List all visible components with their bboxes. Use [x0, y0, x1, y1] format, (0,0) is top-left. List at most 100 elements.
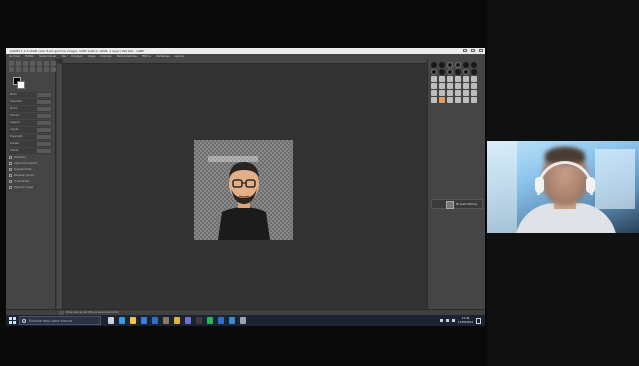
option-value[interactable] — [37, 93, 51, 97]
obs-icon[interactable] — [196, 317, 202, 324]
brush-texture-icon[interactable] — [447, 90, 453, 96]
crop-tool-icon[interactable] — [44, 61, 49, 66]
clone-tool-icon[interactable] — [37, 67, 42, 72]
brush-texture-icon[interactable] — [463, 97, 469, 103]
brush-soft-icon[interactable] — [463, 69, 469, 75]
teams-icon[interactable] — [185, 317, 191, 324]
warp-tool-icon[interactable] — [9, 67, 14, 72]
brush-hard-icon[interactable] — [431, 62, 437, 68]
brush-texture-icon[interactable] — [471, 76, 477, 82]
explorer-icon[interactable] — [130, 317, 136, 324]
brush-hard-icon[interactable] — [471, 69, 477, 75]
fuzzy-select-icon[interactable] — [37, 61, 42, 66]
option-value[interactable] — [37, 128, 51, 132]
brush-hard-icon[interactable] — [463, 62, 469, 68]
store-icon[interactable] — [141, 317, 147, 324]
brush-hard-icon[interactable] — [439, 62, 445, 68]
smudge-tool-icon[interactable] — [44, 67, 49, 72]
rect-select-icon[interactable] — [23, 61, 28, 66]
option-value[interactable] — [37, 107, 51, 111]
brush-hard-icon[interactable] — [455, 69, 461, 75]
battery-icon[interactable] — [452, 319, 456, 322]
chrome-icon[interactable] — [174, 317, 180, 324]
minimize-icon[interactable] — [463, 49, 467, 52]
word-icon[interactable] — [218, 317, 224, 324]
text-tool-icon[interactable] — [51, 67, 56, 72]
taskbar-search-input[interactable]: Escribe aquí para buscar — [19, 316, 101, 325]
checkbox-icon[interactable] — [9, 174, 12, 177]
notification-icon[interactable] — [476, 317, 481, 324]
brush-texture-icon[interactable] — [439, 76, 445, 82]
brush-texture-icon[interactable] — [471, 83, 477, 89]
close-icon[interactable] — [479, 49, 483, 52]
brush-texture-icon[interactable] — [455, 97, 461, 103]
option-row[interactable]: Ángulo — [9, 127, 52, 133]
align-tool-icon[interactable] — [16, 61, 21, 66]
maximize-icon[interactable] — [471, 49, 475, 52]
option-value[interactable] — [37, 100, 51, 104]
horizontal-ruler[interactable] — [63, 59, 427, 64]
brush-hard-icon[interactable] — [439, 69, 445, 75]
taskbar-clock[interactable]: 11:34 17/03/2021 — [458, 317, 473, 323]
brush-soft-icon[interactable] — [447, 69, 453, 75]
transform-tool-icon[interactable] — [51, 61, 56, 66]
move-tool-icon[interactable] — [9, 61, 14, 66]
layer-name[interactable]: Mi avatar Bitmoji — [456, 200, 477, 210]
brush-texture-icon[interactable] — [455, 76, 461, 82]
option-row[interactable]: Espaciado — [9, 134, 52, 140]
brush-soft-icon[interactable] — [455, 62, 461, 68]
volume-icon[interactable] — [446, 319, 450, 322]
brush-soft-icon[interactable] — [431, 69, 437, 75]
brush-hard-icon[interactable] — [471, 62, 477, 68]
option-checkbox[interactable]: Expandir capas — [9, 185, 52, 190]
brush-texture-icon[interactable] — [455, 83, 461, 89]
windows-start-icon[interactable] — [9, 317, 16, 324]
checkbox-icon[interactable] — [9, 180, 12, 183]
checkbox-icon[interactable] — [9, 156, 12, 159]
gimp-active-icon[interactable] — [240, 317, 246, 324]
brush-texture-icon[interactable] — [447, 83, 453, 89]
eraser-icon[interactable] — [30, 67, 35, 72]
option-value[interactable] — [37, 114, 51, 118]
checkbox-icon[interactable] — [9, 162, 12, 165]
image-document[interactable] — [194, 140, 293, 240]
image-canvas[interactable] — [57, 59, 427, 309]
free-select-icon[interactable] — [30, 61, 35, 66]
option-row[interactable]: Pincel — [9, 106, 52, 112]
bucket-fill-icon[interactable] — [16, 67, 21, 72]
brush-texture-icon[interactable] — [463, 90, 469, 96]
brush-texture-icon[interactable] — [471, 97, 477, 103]
brush-texture-icon[interactable] — [439, 83, 445, 89]
brush-texture-icon[interactable] — [471, 90, 477, 96]
brush-texture-icon[interactable] — [463, 76, 469, 82]
option-value[interactable] — [37, 121, 51, 125]
checkbox-icon[interactable] — [9, 186, 12, 189]
brush-texture-icon[interactable] — [463, 83, 469, 89]
gimp-icon[interactable] — [163, 317, 169, 324]
task-view-icon[interactable] — [108, 317, 114, 324]
brush-texture-icon[interactable] — [431, 83, 437, 89]
edge-icon[interactable] — [119, 317, 125, 324]
option-value[interactable] — [37, 135, 51, 139]
option-checkbox[interactable]: Bloquear pincel — [9, 173, 52, 178]
option-checkbox[interactable]: Dinámica — [9, 155, 52, 160]
brush-texture-icon[interactable] — [455, 90, 461, 96]
brush-soft-icon[interactable] — [447, 62, 453, 68]
brush-pepper-icon[interactable] — [439, 97, 445, 103]
checkbox-icon[interactable] — [9, 168, 12, 171]
option-row[interactable]: Aspecto — [9, 120, 52, 126]
option-row[interactable]: Tamaño — [9, 113, 52, 119]
option-value[interactable] — [37, 142, 51, 146]
option-row[interactable]: Fuerza — [9, 148, 52, 154]
photos-icon[interactable] — [229, 317, 235, 324]
option-checkbox[interactable]: Incremental — [9, 179, 52, 184]
brush-texture-icon[interactable] — [447, 76, 453, 82]
layer-row[interactable]: Mi avatar Bitmoji — [431, 199, 483, 209]
option-row[interactable]: Modo — [9, 92, 52, 98]
brush-texture-icon[interactable] — [431, 90, 437, 96]
option-value[interactable] — [37, 149, 51, 153]
background-color[interactable] — [17, 81, 25, 89]
option-row[interactable]: Opacidad — [9, 99, 52, 105]
spotify-icon[interactable] — [207, 317, 213, 324]
network-icon[interactable] — [440, 319, 444, 322]
